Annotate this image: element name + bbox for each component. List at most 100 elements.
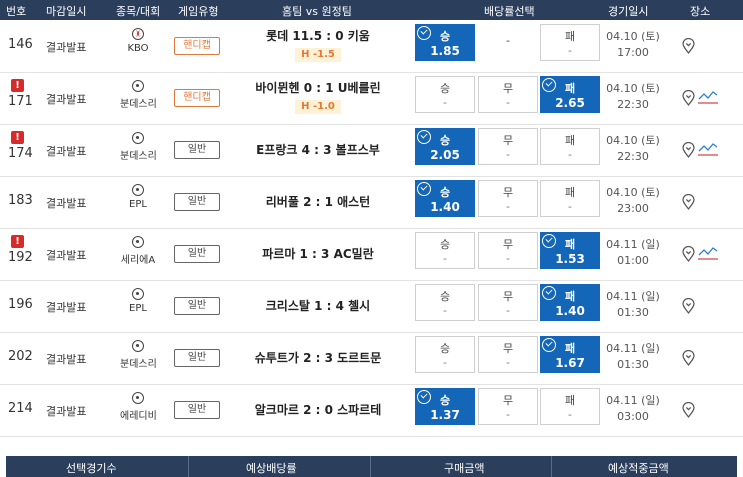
header-no: 번호 — [6, 5, 27, 18]
odds-label: 패 — [564, 30, 576, 43]
table-row: 183 결과발표 EPL 일반 리버풀 2 : 1 애스턴 승 1.40 무 - 패 -04.10 … — [0, 176, 743, 229]
odds-button[interactable]: 승 1.85 — [415, 24, 475, 61]
purchase-amount-label: 구매금액 — [444, 462, 485, 475]
odds-value: 1.40 — [430, 200, 460, 214]
match-result[interactable]: 리버풀 2 : 1 애스턴 — [232, 193, 404, 210]
match-date: 04.11 (일) — [606, 290, 660, 303]
handicap-value: H -1.5 — [295, 48, 341, 62]
match-datetime: 04.11 (일) 01:30 — [604, 289, 662, 321]
check-circle-icon — [417, 26, 431, 40]
match-result[interactable]: 파르마 1 : 3 AC밀란 — [232, 245, 404, 262]
match-teams-score: 바이뮌헨 0 : 1 U베를린 — [255, 81, 381, 95]
odds-button[interactable]: 무- — [478, 336, 538, 373]
match-teams-score: 파르마 1 : 3 AC밀란 — [262, 247, 374, 261]
match-number: ! 174 — [8, 124, 34, 177]
odds-label: 승 — [439, 342, 451, 355]
match-datetime: 04.10 (토) 22:30 — [604, 133, 662, 165]
divider — [551, 456, 552, 477]
location-pin-icon[interactable] — [682, 38, 695, 54]
location-pin-icon[interactable] — [682, 90, 695, 106]
location-pin-icon[interactable] — [682, 246, 695, 262]
location-pin-icon[interactable] — [682, 298, 695, 314]
odds-label: 무 — [502, 134, 514, 147]
table-row: ! 192 결과발표 세리에A 일반 파르마 1 : 3 AC밀란 승 - 무 - 패 1.53 04.… — [0, 228, 743, 281]
match-number-value: 196 — [8, 297, 33, 312]
deadline-status: 결과발표 — [46, 197, 87, 210]
table-row: 146 결과발표 KBO 핸디캡 롯데 11.5 : 0 키움 H -1.5 승 1.85- 패… — [0, 20, 743, 73]
sport-league: KBO — [120, 28, 156, 54]
odds-label: 무 — [502, 238, 514, 251]
odds-value: - — [568, 200, 572, 213]
trend-chart-icon[interactable] — [697, 245, 719, 261]
odds-value: - — [443, 356, 447, 369]
odds-button[interactable]: 패 1.67 — [540, 336, 600, 373]
odds-button[interactable]: 패 1.40 — [540, 284, 600, 321]
odds-button[interactable]: 무- — [478, 284, 538, 321]
check-circle-icon — [417, 390, 431, 404]
game-type-badge: 일반 — [174, 245, 220, 263]
match-number-value: 192 — [8, 250, 33, 265]
match-result[interactable]: 바이뮌헨 0 : 1 U베를린 H -1.0 — [232, 79, 404, 114]
odds-button[interactable]: 승 1.37 — [415, 388, 475, 425]
divider — [370, 456, 371, 477]
match-teams-score: 알크마르 2 : 0 스파르테 — [254, 403, 382, 417]
odds-value: - — [443, 96, 447, 109]
location-pin-icon[interactable] — [682, 350, 695, 366]
odds-button[interactable]: 승- — [415, 284, 475, 321]
deadline-status: 결과발표 — [46, 249, 87, 262]
match-datetime: 04.11 (일) 01:30 — [604, 341, 662, 373]
odds-button[interactable]: 승- — [415, 336, 475, 373]
odds-button[interactable]: 승 1.40 — [415, 180, 475, 217]
deadline-status: 결과발표 — [46, 353, 87, 366]
check-circle-icon — [417, 130, 431, 144]
odds-button[interactable]: 패 1.53 — [540, 232, 600, 269]
sport-league: EPL — [120, 288, 156, 314]
odds-button[interactable]: 무- — [478, 232, 538, 269]
odds-value: 2.05 — [430, 148, 460, 162]
trend-chart-icon[interactable] — [697, 141, 719, 157]
odds-button[interactable]: 패- — [540, 128, 600, 165]
game-type-badge: 핸디캡 — [174, 89, 220, 107]
match-result[interactable]: 크리스탈 1 : 4 첼시 — [232, 297, 404, 314]
odds-button[interactable]: 패 2.65 — [540, 76, 600, 113]
odds-label: 패 — [564, 186, 576, 199]
odds-button[interactable]: 무- — [478, 180, 538, 217]
match-time: 23:00 — [617, 202, 649, 215]
odds-button[interactable]: 패- — [540, 180, 600, 217]
odds-button[interactable]: 패- — [540, 388, 600, 425]
odds-button[interactable]: 승 2.05 — [415, 128, 475, 165]
location-pin-icon[interactable] — [682, 402, 695, 418]
soccer-ball-icon — [132, 184, 144, 196]
header-date: 경기일시 — [608, 5, 649, 18]
match-result[interactable]: 슈투트가 2 : 3 도르트문 — [232, 349, 404, 366]
odds-button[interactable]: 승- — [415, 232, 475, 269]
match-date: 04.11 (일) — [606, 238, 660, 251]
bet-summary-bar: 선택경기수 예상배당률 구매금액 예상적중금액 — [6, 456, 737, 477]
odds-button[interactable]: 패- — [540, 24, 600, 61]
trend-chart-icon[interactable] — [697, 89, 719, 105]
match-datetime: 04.10 (토) 17:00 — [604, 29, 662, 61]
odds-value: - — [568, 44, 572, 57]
location-pin-icon[interactable] — [682, 194, 695, 210]
match-number-value: 171 — [8, 94, 33, 109]
match-number-value: 146 — [8, 37, 33, 52]
odds-button[interactable]: 무- — [478, 76, 538, 113]
match-result[interactable]: E프랑크 4 : 3 볼프스부 — [232, 141, 404, 158]
match-datetime: 04.10 (토) 22:30 — [604, 81, 662, 113]
location-pin-icon[interactable] — [682, 142, 695, 158]
header-venue: 장소 — [690, 5, 711, 18]
match-teams-score: E프랑크 4 : 3 볼프스부 — [256, 143, 380, 157]
league-name: EPL — [129, 199, 147, 210]
odds-value: - — [506, 96, 510, 109]
odds-button[interactable]: 무- — [478, 128, 538, 165]
odds-button[interactable]: 무- — [478, 388, 538, 425]
odds-value: - — [568, 148, 572, 161]
odds-button[interactable]: 승- — [415, 76, 475, 113]
odds-value: 1.53 — [555, 252, 585, 266]
header-sport: 종목/대회 — [116, 5, 161, 18]
match-result[interactable]: 롯데 11.5 : 0 키움 H -1.5 — [232, 27, 404, 62]
game-type-badge: 일반 — [174, 349, 220, 367]
sport-league: 분데스리 — [120, 132, 157, 162]
match-result[interactable]: 알크마르 2 : 0 스파르테 — [232, 401, 404, 418]
odds-value: - — [568, 408, 572, 421]
